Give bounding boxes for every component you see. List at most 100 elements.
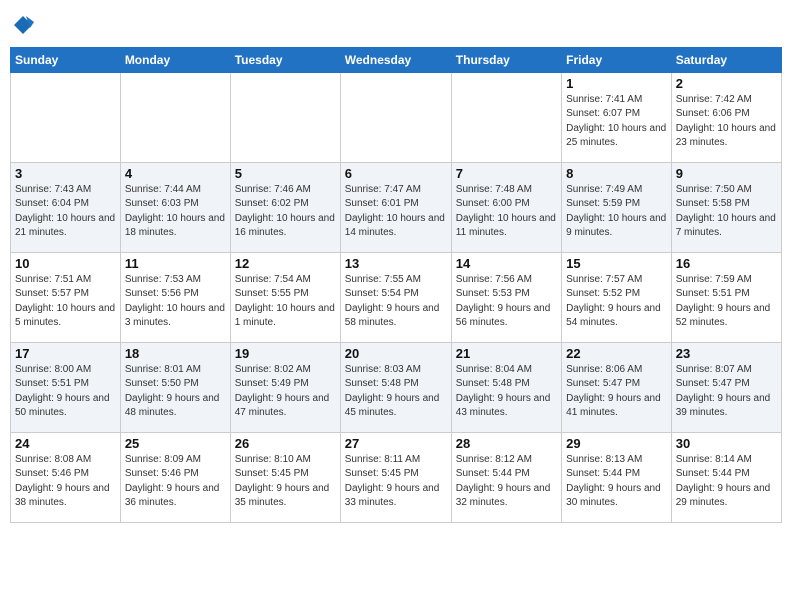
calendar-cell: 8 Sunrise: 7:49 AM Sunset: 5:59 PM Daylig… <box>562 162 672 252</box>
day-info: Sunrise: 7:54 AM Sunset: 5:55 PM Dayligh… <box>235 273 336 331</box>
day-number: 17 <box>15 346 116 361</box>
weekday-header-thursday: Thursday <box>451 47 561 72</box>
day-info: Sunrise: 8:07 AM Sunset: 5:47 PM Dayligh… <box>676 363 777 421</box>
day-number: 30 <box>676 436 777 451</box>
day-number: 4 <box>125 166 226 181</box>
calendar-cell: 6 Sunrise: 7:47 AM Sunset: 6:01 PM Daylig… <box>340 162 451 252</box>
day-info: Sunrise: 7:44 AM Sunset: 6:03 PM Dayligh… <box>125 183 226 241</box>
calendar-cell: 26 Sunrise: 8:10 AM Sunset: 5:45 PM Dayli… <box>230 432 340 522</box>
day-number: 23 <box>676 346 777 361</box>
day-number: 2 <box>676 76 777 91</box>
day-number: 3 <box>15 166 116 181</box>
day-number: 27 <box>345 436 447 451</box>
day-info: Sunrise: 8:08 AM Sunset: 5:46 PM Dayligh… <box>15 453 116 511</box>
day-info: Sunrise: 7:43 AM Sunset: 6:04 PM Dayligh… <box>15 183 116 241</box>
day-info: Sunrise: 7:42 AM Sunset: 6:06 PM Dayligh… <box>676 93 777 151</box>
day-number: 24 <box>15 436 116 451</box>
day-number: 5 <box>235 166 336 181</box>
day-info: Sunrise: 7:41 AM Sunset: 6:07 PM Dayligh… <box>566 93 667 151</box>
calendar-cell: 13Sunrise: 7:55 AM Sunset: 5:54 PM Dayli… <box>340 252 451 342</box>
weekday-header-tuesday: Tuesday <box>230 47 340 72</box>
day-info: Sunrise: 8:13 AM Sunset: 5:44 PM Dayligh… <box>566 453 667 511</box>
day-number: 15 <box>566 256 667 271</box>
day-info: Sunrise: 8:04 AM Sunset: 5:48 PM Dayligh… <box>456 363 557 421</box>
calendar-cell: 25 Sunrise: 8:09 AM Sunset: 5:46 PM Dayli… <box>120 432 230 522</box>
week-row-2: 3 Sunrise: 7:43 AM Sunset: 6:04 PM Daylig… <box>11 162 782 252</box>
day-number: 29 <box>566 436 667 451</box>
day-info: Sunrise: 7:59 AM Sunset: 5:51 PM Dayligh… <box>676 273 777 331</box>
day-info: Sunrise: 8:14 AM Sunset: 5:44 PM Dayligh… <box>676 453 777 511</box>
calendar-cell <box>120 72 230 162</box>
day-number: 11 <box>125 256 226 271</box>
day-info: Sunrise: 7:53 AM Sunset: 5:56 PM Dayligh… <box>125 273 226 331</box>
calendar-cell: 24 Sunrise: 8:08 AM Sunset: 5:46 PM Dayli… <box>11 432 121 522</box>
calendar-cell: 11 Sunrise: 7:53 AM Sunset: 5:56 PM Dayli… <box>120 252 230 342</box>
day-number: 6 <box>345 166 447 181</box>
weekday-header-friday: Friday <box>562 47 672 72</box>
calendar-cell: 23 Sunrise: 8:07 AM Sunset: 5:47 PM Dayli… <box>671 342 781 432</box>
week-row-3: 10 Sunrise: 7:51 AM Sunset: 5:57 PM Dayli… <box>11 252 782 342</box>
calendar-cell: 22Sunrise: 8:06 AM Sunset: 5:47 PM Dayli… <box>562 342 672 432</box>
page-header <box>10 10 782 41</box>
day-info: Sunrise: 7:50 AM Sunset: 5:58 PM Dayligh… <box>676 183 777 241</box>
day-info: Sunrise: 7:57 AM Sunset: 5:52 PM Dayligh… <box>566 273 667 331</box>
day-info: Sunrise: 8:03 AM Sunset: 5:48 PM Dayligh… <box>345 363 447 421</box>
day-info: Sunrise: 7:51 AM Sunset: 5:57 PM Dayligh… <box>15 273 116 331</box>
calendar-cell: 20Sunrise: 8:03 AM Sunset: 5:48 PM Dayli… <box>340 342 451 432</box>
calendar-cell: 12 Sunrise: 7:54 AM Sunset: 5:55 PM Dayli… <box>230 252 340 342</box>
day-number: 26 <box>235 436 336 451</box>
day-number: 22 <box>566 346 667 361</box>
calendar-cell: 21 Sunrise: 8:04 AM Sunset: 5:48 PM Dayli… <box>451 342 561 432</box>
day-info: Sunrise: 7:56 AM Sunset: 5:53 PM Dayligh… <box>456 273 557 331</box>
calendar-cell: 5 Sunrise: 7:46 AM Sunset: 6:02 PM Daylig… <box>230 162 340 252</box>
day-info: Sunrise: 8:09 AM Sunset: 5:46 PM Dayligh… <box>125 453 226 511</box>
day-number: 19 <box>235 346 336 361</box>
logo-icon <box>12 14 34 36</box>
day-info: Sunrise: 7:46 AM Sunset: 6:02 PM Dayligh… <box>235 183 336 241</box>
day-number: 13 <box>345 256 447 271</box>
calendar-cell: 17 Sunrise: 8:00 AM Sunset: 5:51 PM Dayli… <box>11 342 121 432</box>
day-number: 14 <box>456 256 557 271</box>
day-number: 9 <box>676 166 777 181</box>
calendar-cell: 14 Sunrise: 7:56 AM Sunset: 5:53 PM Dayli… <box>451 252 561 342</box>
weekday-header-monday: Monday <box>120 47 230 72</box>
day-info: Sunrise: 8:01 AM Sunset: 5:50 PM Dayligh… <box>125 363 226 421</box>
calendar-cell: 9 Sunrise: 7:50 AM Sunset: 5:58 PM Daylig… <box>671 162 781 252</box>
day-number: 10 <box>15 256 116 271</box>
week-row-4: 17 Sunrise: 8:00 AM Sunset: 5:51 PM Dayli… <box>11 342 782 432</box>
calendar-cell: 7 Sunrise: 7:48 AM Sunset: 6:00 PM Daylig… <box>451 162 561 252</box>
calendar-cell <box>340 72 451 162</box>
day-info: Sunrise: 7:47 AM Sunset: 6:01 PM Dayligh… <box>345 183 447 241</box>
day-number: 18 <box>125 346 226 361</box>
weekday-header-row: SundayMondayTuesdayWednesdayThursdayFrid… <box>11 47 782 72</box>
day-info: Sunrise: 7:48 AM Sunset: 6:00 PM Dayligh… <box>456 183 557 241</box>
day-number: 7 <box>456 166 557 181</box>
day-number: 21 <box>456 346 557 361</box>
calendar-cell <box>230 72 340 162</box>
calendar-cell <box>451 72 561 162</box>
day-number: 8 <box>566 166 667 181</box>
calendar-cell <box>11 72 121 162</box>
week-row-1: 1Sunrise: 7:41 AM Sunset: 6:07 PM Daylig… <box>11 72 782 162</box>
logo <box>10 14 34 41</box>
day-info: Sunrise: 7:49 AM Sunset: 5:59 PM Dayligh… <box>566 183 667 241</box>
day-info: Sunrise: 8:10 AM Sunset: 5:45 PM Dayligh… <box>235 453 336 511</box>
day-info: Sunrise: 8:02 AM Sunset: 5:49 PM Dayligh… <box>235 363 336 421</box>
day-number: 12 <box>235 256 336 271</box>
calendar-table: SundayMondayTuesdayWednesdayThursdayFrid… <box>10 47 782 523</box>
calendar-cell: 30 Sunrise: 8:14 AM Sunset: 5:44 PM Dayli… <box>671 432 781 522</box>
calendar-cell: 28Sunrise: 8:12 AM Sunset: 5:44 PM Dayli… <box>451 432 561 522</box>
calendar-cell: 2 Sunrise: 7:42 AM Sunset: 6:06 PM Daylig… <box>671 72 781 162</box>
calendar-cell: 27Sunrise: 8:11 AM Sunset: 5:45 PM Dayli… <box>340 432 451 522</box>
calendar-cell: 4 Sunrise: 7:44 AM Sunset: 6:03 PM Daylig… <box>120 162 230 252</box>
day-number: 28 <box>456 436 557 451</box>
week-row-5: 24 Sunrise: 8:08 AM Sunset: 5:46 PM Dayli… <box>11 432 782 522</box>
calendar-cell: 16Sunrise: 7:59 AM Sunset: 5:51 PM Dayli… <box>671 252 781 342</box>
calendar-cell: 3 Sunrise: 7:43 AM Sunset: 6:04 PM Daylig… <box>11 162 121 252</box>
calendar-cell: 18 Sunrise: 8:01 AM Sunset: 5:50 PM Dayli… <box>120 342 230 432</box>
calendar-cell: 29 Sunrise: 8:13 AM Sunset: 5:44 PM Dayli… <box>562 432 672 522</box>
day-info: Sunrise: 8:00 AM Sunset: 5:51 PM Dayligh… <box>15 363 116 421</box>
weekday-header-wednesday: Wednesday <box>340 47 451 72</box>
day-number: 25 <box>125 436 226 451</box>
calendar-cell: 19 Sunrise: 8:02 AM Sunset: 5:49 PM Dayli… <box>230 342 340 432</box>
